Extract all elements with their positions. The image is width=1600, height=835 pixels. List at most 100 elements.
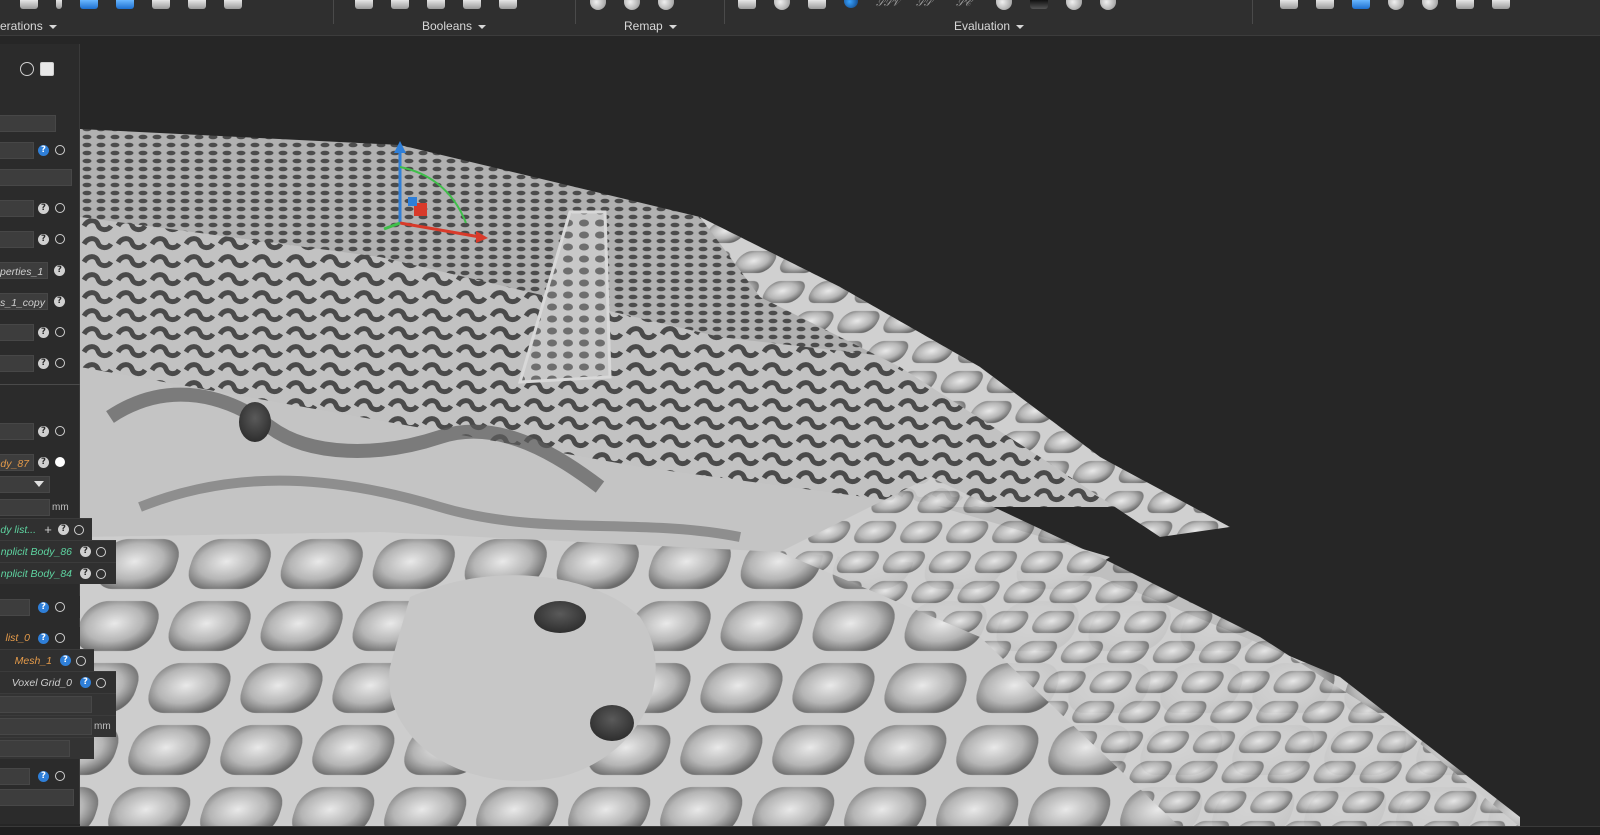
gear-sphere-icon[interactable] [774, 0, 790, 10]
formula-c-icon[interactable]: 𝒮𝒞 [956, 0, 978, 10]
swap-icon[interactable] [20, 0, 38, 9]
remap-spheres-icon[interactable] [624, 0, 640, 10]
port-icon[interactable] [55, 633, 65, 643]
view-icon[interactable] [1316, 0, 1334, 9]
cursor-icon[interactable] [1280, 0, 1298, 9]
property-field[interactable] [0, 788, 74, 806]
property-field[interactable] [0, 323, 34, 341]
help-icon[interactable]: ? [58, 524, 69, 535]
shaded-icon[interactable] [1388, 0, 1404, 10]
port-icon[interactable] [96, 568, 106, 579]
property-field[interactable] [0, 767, 30, 785]
input-row-body-list[interactable]: dy list... + ? [0, 518, 92, 540]
help-icon[interactable]: ? [60, 655, 71, 666]
help-icon[interactable]: ? [38, 770, 49, 782]
port-icon[interactable] [55, 327, 65, 337]
help-icon[interactable]: ? [80, 546, 91, 557]
help-icon[interactable]: ? [80, 677, 91, 688]
property-field[interactable] [0, 598, 30, 616]
prism-icon[interactable] [116, 0, 134, 9]
property-field-row[interactable] [0, 788, 74, 806]
port-icon[interactable] [76, 655, 86, 666]
help-icon[interactable]: ? [38, 632, 49, 644]
point-icon[interactable] [996, 0, 1012, 10]
port-icon[interactable] [55, 771, 65, 781]
copy-icon[interactable] [40, 62, 54, 76]
pin-icon[interactable] [56, 0, 62, 9]
bend-icon[interactable] [224, 0, 242, 9]
input-row-implicit-body-84[interactable]: nplicit Body_84 ? [0, 562, 116, 584]
remap-group-label[interactable]: Remap [624, 19, 677, 33]
property-field[interactable] [0, 422, 34, 440]
formula-v-icon[interactable]: 𝒮𝒮𝒱 [876, 0, 900, 10]
remap-sphere-icon[interactable] [590, 0, 606, 10]
port-icon[interactable] [55, 426, 65, 436]
port-icon[interactable] [74, 524, 84, 535]
input-row-voxel-grid[interactable]: Voxel Grid_0 ? [0, 671, 116, 693]
property-field[interactable] [0, 114, 56, 132]
help-icon[interactable]: ? [38, 425, 49, 437]
operations-group-label[interactable]: erations [0, 19, 57, 33]
help-icon[interactable]: ? [38, 202, 49, 214]
remap-xyz-icon[interactable] [658, 0, 674, 10]
input-row-implicit-body-86[interactable]: nplicit Body_86 ? [0, 540, 116, 562]
property-field[interactable] [0, 199, 34, 217]
port-icon[interactable] [55, 234, 65, 244]
booleans-group-label[interactable]: Booleans [422, 19, 487, 33]
help-icon[interactable]: ? [38, 326, 49, 338]
input-row-properties-copy[interactable]: s_1_copy ? [0, 292, 65, 310]
slab-icon[interactable] [152, 0, 170, 9]
input-row-list-0[interactable]: list_0 ? [0, 627, 80, 649]
formula-s-icon[interactable]: 𝒮𝒮 [916, 0, 938, 10]
help-icon[interactable]: ? [54, 264, 65, 276]
gradient-icon[interactable] [1100, 0, 1116, 10]
smooth-subtract-icon[interactable] [499, 0, 517, 9]
length-field[interactable] [0, 718, 92, 735]
port-icon[interactable] [55, 358, 65, 368]
help-icon[interactable]: ? [38, 601, 49, 613]
settings-icon[interactable] [1492, 0, 1510, 9]
subtract-icon[interactable] [391, 0, 409, 9]
property-field[interactable] [0, 740, 70, 757]
mask-icon[interactable] [1030, 0, 1048, 9]
property-field-row[interactable] [0, 168, 72, 186]
port-icon[interactable] [55, 457, 65, 467]
input-row-properties[interactable]: perties_1 ? [0, 261, 65, 279]
port-icon[interactable] [96, 677, 106, 688]
help-icon[interactable]: ? [80, 568, 91, 579]
cube-icon[interactable] [80, 0, 98, 9]
box-icon[interactable] [808, 0, 826, 9]
property-field-row[interactable] [0, 114, 56, 132]
intersect-icon[interactable] [427, 0, 445, 9]
port-icon[interactable] [55, 602, 65, 612]
globe-icon[interactable] [844, 0, 858, 8]
evaluation-group-label[interactable]: Evaluation [954, 19, 1025, 33]
input-row-mesh[interactable]: Mesh_1 ? [0, 649, 94, 671]
help-icon[interactable]: ? [38, 357, 49, 369]
help-icon[interactable]: ? [38, 144, 49, 156]
union-icon[interactable] [355, 0, 373, 9]
length-field[interactable] [0, 498, 50, 516]
property-field[interactable] [0, 141, 34, 159]
material-icon[interactable] [1422, 0, 1438, 10]
mesh-cube-icon[interactable] [1352, 0, 1370, 9]
export-icon[interactable] [1456, 0, 1474, 9]
3d-viewport[interactable] [80, 37, 1600, 827]
input-row-body-87[interactable]: dy_87 ? [0, 453, 65, 471]
property-field[interactable] [0, 354, 34, 372]
property-field[interactable] [0, 168, 72, 186]
smooth-union-icon[interactable] [463, 0, 481, 9]
add-icon[interactable]: + [42, 521, 54, 539]
help-icon[interactable]: ? [38, 456, 49, 468]
help-icon[interactable]: ? [38, 233, 49, 245]
dropdown-arrow-icon[interactable] [34, 481, 44, 487]
port-icon[interactable] [55, 145, 65, 155]
port-icon[interactable] [55, 203, 65, 213]
rotate-icon[interactable] [20, 62, 34, 76]
sample-icon[interactable] [1066, 0, 1082, 10]
help-icon[interactable]: ? [54, 295, 65, 307]
property-field[interactable] [0, 230, 34, 248]
pattern-icon[interactable] [188, 0, 206, 9]
plane-icon[interactable] [738, 0, 756, 9]
port-icon[interactable] [96, 546, 106, 557]
